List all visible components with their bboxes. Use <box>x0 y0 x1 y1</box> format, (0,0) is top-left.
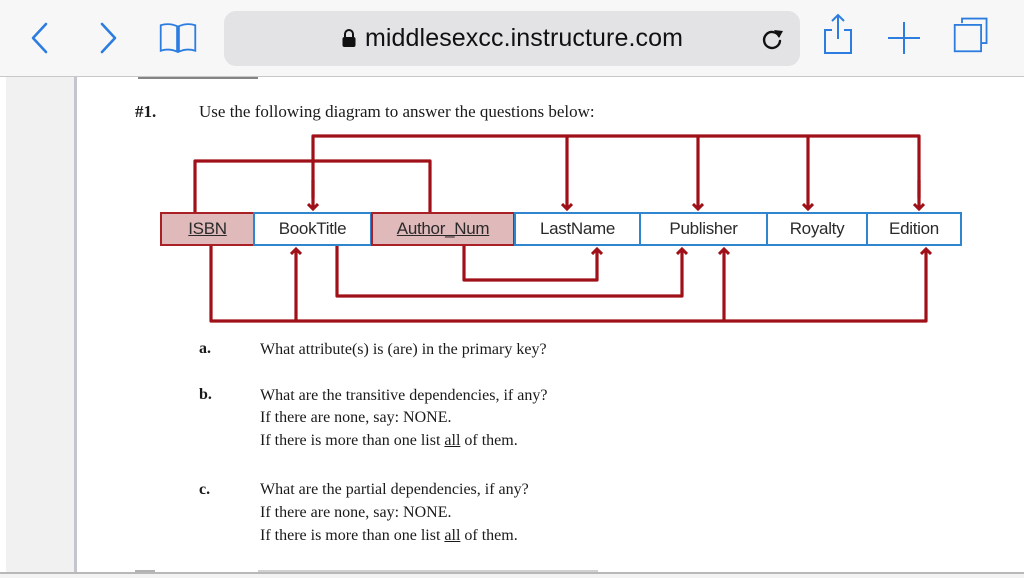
item-a-label: a. <box>199 340 211 357</box>
item-c-line-3-before: If there is more than one list <box>260 527 445 544</box>
item-b-line-3-after: of them. <box>460 432 518 449</box>
question-number: #1. <box>135 102 157 121</box>
item-c-line-3-emphasis: all <box>444 527 461 544</box>
forward-button[interactable] <box>88 18 128 58</box>
attribute-publisher: Publisher <box>639 212 768 246</box>
item-c-line-3-after: of them. <box>460 527 518 544</box>
attribute-royalty: Royalty <box>766 212 868 246</box>
open-book-icon <box>159 23 197 54</box>
tabs-button[interactable] <box>952 14 992 54</box>
item-b-line-2: If there are none, say: NONE. <box>260 409 452 426</box>
reload-icon[interactable] <box>758 25 786 53</box>
address-bar[interactable]: middlesexcc.instructure.com <box>224 11 800 66</box>
page-viewport[interactable]: #1. Use the following diagram to answer … <box>0 72 1024 576</box>
url-text: middlesexcc.instructure.com <box>364 24 684 52</box>
item-a-line-1: What attribute(s) is (are) in the primar… <box>260 341 547 358</box>
chevron-right-icon <box>100 22 117 54</box>
document-page: #1. Use the following diagram to answer … <box>78 72 1024 573</box>
lock-icon <box>342 28 356 47</box>
item-b-line-1: What are the transitive dependencies, if… <box>260 387 548 404</box>
attribute-author-num: Author_Num <box>371 212 515 246</box>
item-c-label: c. <box>199 481 211 498</box>
tabs-icon <box>953 17 988 53</box>
attribute-lastname: LastName <box>514 212 641 246</box>
item-b-line-3-before: If there is more than one list <box>260 432 445 449</box>
attribute-edition: Edition <box>866 212 962 246</box>
question-prompt: Use the following diagram to answer the … <box>199 102 595 121</box>
chevron-left-icon <box>31 22 48 54</box>
share-icon <box>824 13 852 54</box>
item-c-line-1: What are the partial dependencies, if an… <box>260 481 529 498</box>
item-c-line-2: If there are none, say: NONE. <box>260 504 452 521</box>
item-b-line-3: If there is more than one list all of th… <box>260 429 518 452</box>
attribute-booktitle: BookTitle <box>253 212 372 246</box>
document-gutter <box>6 77 77 573</box>
attribute-isbn: ISBN <box>160 212 255 246</box>
bookmarks-button[interactable] <box>158 18 198 58</box>
bottom-edge <box>0 572 1024 578</box>
plus-icon <box>888 22 920 54</box>
browser-toolbar: middlesexcc.instructure.com <box>0 0 1024 77</box>
item-b-line-3-emphasis: all <box>444 432 461 449</box>
share-button[interactable] <box>818 13 858 54</box>
item-b-label: b. <box>199 386 212 403</box>
item-c-line-3: If there is more than one list all of th… <box>260 524 518 547</box>
new-tab-button[interactable] <box>884 18 924 58</box>
back-button[interactable] <box>20 18 60 58</box>
